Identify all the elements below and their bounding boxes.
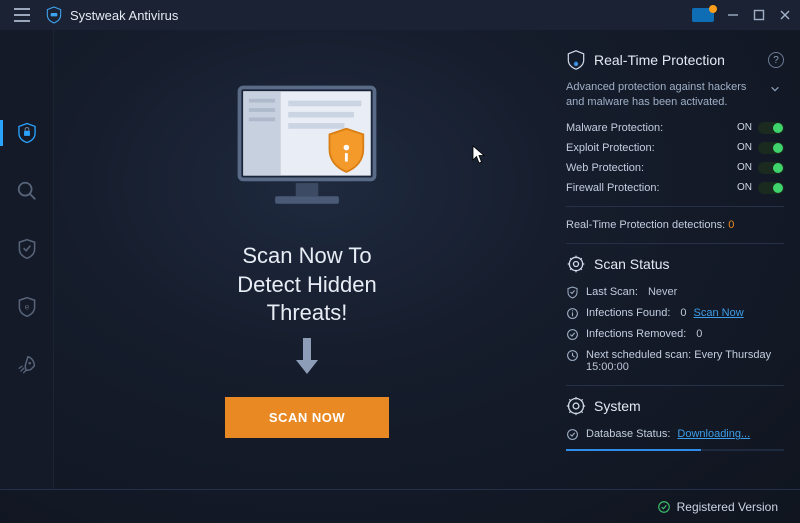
scanstatus-title-text: Scan Status (594, 256, 670, 272)
window-controls (692, 8, 792, 22)
toggle-switch[interactable] (758, 182, 784, 194)
sidebar-item-exploit[interactable]: e (12, 292, 42, 322)
titlebar: Systweak Antivirus (0, 0, 800, 30)
cursor-icon (472, 145, 486, 170)
next-sched-value: Every Thursday (694, 349, 771, 361)
rocket-icon (16, 354, 38, 376)
rtp-det-label: Real-Time Protection detections: (566, 219, 725, 231)
rtp-state: ON (737, 122, 752, 133)
db-status-row: Database Status: Downloading... (566, 424, 784, 445)
body: e (0, 30, 800, 489)
main-panel: Scan Now To Detect Hidden Threats! SCAN … (54, 30, 560, 489)
side-panel: i Real-Time Protection ? Advanced protec… (560, 30, 800, 489)
rtp-det-count: 0 (728, 219, 734, 231)
db-status-label: Database Status: (586, 428, 670, 440)
last-scan-row: Last Scan: Never (566, 282, 784, 303)
monitor-illustration (222, 80, 392, 230)
next-sched-label: Next scheduled scan: (586, 349, 691, 361)
system-title-text: System (594, 398, 641, 414)
sidebar-item-protection[interactable] (12, 234, 42, 264)
headline: Scan Now To Detect Hidden Threats! (237, 242, 376, 328)
rtp-label: Web Protection: (566, 162, 644, 174)
check-circle-green-icon (657, 500, 671, 514)
check-circle-icon (566, 328, 579, 341)
sidebar-item-status[interactable] (12, 118, 42, 148)
shield-check-small-icon (566, 286, 579, 299)
sidebar-item-boost[interactable] (12, 350, 42, 380)
rtp-row-malware: Malware Protection: ON (566, 118, 784, 138)
headline-l3: Threats! (237, 299, 376, 328)
infections-removed-row: Infections Removed: 0 (566, 324, 784, 345)
svg-text:i: i (576, 62, 577, 66)
minimize-button[interactable] (726, 8, 740, 22)
settings-icon (566, 396, 586, 416)
footer: Registered Version (0, 489, 800, 523)
content: Scan Now To Detect Hidden Threats! SCAN … (54, 30, 800, 489)
app-name: Systweak Antivirus (70, 8, 178, 23)
maximize-button[interactable] (752, 8, 766, 22)
rtp-label: Firewall Protection: (566, 182, 660, 194)
shield-check-icon (16, 238, 38, 260)
rtp-label: Malware Protection: (566, 122, 663, 134)
shield-alert-icon: i (566, 50, 586, 70)
infections-removed-label: Infections Removed: (586, 328, 686, 340)
sidebar: e (0, 30, 54, 489)
scan-now-button[interactable]: SCAN NOW (225, 397, 389, 438)
rtp-row-firewall: Firewall Protection: ON (566, 178, 784, 198)
separator (566, 243, 784, 244)
info-circle-icon (566, 307, 579, 320)
sidebar-item-scan[interactable] (12, 176, 42, 206)
toggle-switch[interactable] (758, 142, 784, 154)
clock-icon (566, 349, 579, 362)
rtp-title-text: Real-Time Protection (594, 52, 725, 68)
rtp-row-web: Web Protection: ON (566, 158, 784, 178)
menu-button[interactable] (8, 1, 36, 29)
toggle-switch[interactable] (758, 162, 784, 174)
shield-e-icon: e (16, 296, 38, 318)
registered-label: Registered Version (677, 500, 778, 514)
shield-lock-icon (16, 122, 38, 144)
rtp-title: i Real-Time Protection ? (566, 50, 784, 70)
infections-found-label: Infections Found: (586, 307, 670, 319)
rtp-row-exploit: Exploit Protection: ON (566, 138, 784, 158)
next-sched-time: 15:00:00 (586, 361, 771, 373)
next-scheduled-row: Next scheduled scan: Every Thursday 15:0… (566, 345, 784, 377)
update-indicator-icon[interactable] (692, 8, 714, 22)
app-logo-icon (46, 6, 62, 24)
chevron-down-icon[interactable] (770, 84, 780, 94)
rtp-state: ON (737, 142, 752, 153)
svg-text:e: e (24, 302, 29, 312)
rtp-state: ON (737, 182, 752, 193)
infections-found-value: 0 (680, 307, 686, 319)
info-button[interactable]: ? (768, 52, 784, 68)
arrow-down-icon (292, 338, 322, 383)
last-scan-label: Last Scan: (586, 286, 638, 298)
separator (566, 206, 784, 207)
close-button[interactable] (778, 8, 792, 22)
db-progress (566, 449, 784, 451)
last-scan-value: Never (648, 286, 677, 298)
gear-icon (566, 254, 586, 274)
headline-l1: Scan Now To (237, 242, 376, 271)
headline-l2: Detect Hidden (237, 271, 376, 300)
app-window: Systweak Antivirus e (0, 0, 800, 523)
scanstatus-title: Scan Status (566, 254, 784, 274)
rtp-state: ON (737, 162, 752, 173)
infections-found-row: Infections Found: 0 Scan Now (566, 303, 784, 324)
scan-now-link[interactable]: Scan Now (694, 307, 744, 319)
rtp-detections: Real-Time Protection detections: 0 (566, 215, 784, 235)
separator (566, 385, 784, 386)
rtp-desc-text: Advanced protection against hackers and … (566, 81, 746, 108)
system-title: System (566, 396, 784, 416)
toggle-switch[interactable] (758, 122, 784, 134)
infections-removed-value: 0 (696, 328, 702, 340)
db-status-value[interactable]: Downloading... (677, 428, 750, 440)
rtp-label: Exploit Protection: (566, 142, 655, 154)
check-circle-icon (566, 428, 579, 441)
search-icon (16, 180, 38, 202)
rtp-desc: Advanced protection against hackers and … (566, 78, 784, 118)
app-title: Systweak Antivirus (46, 6, 178, 24)
